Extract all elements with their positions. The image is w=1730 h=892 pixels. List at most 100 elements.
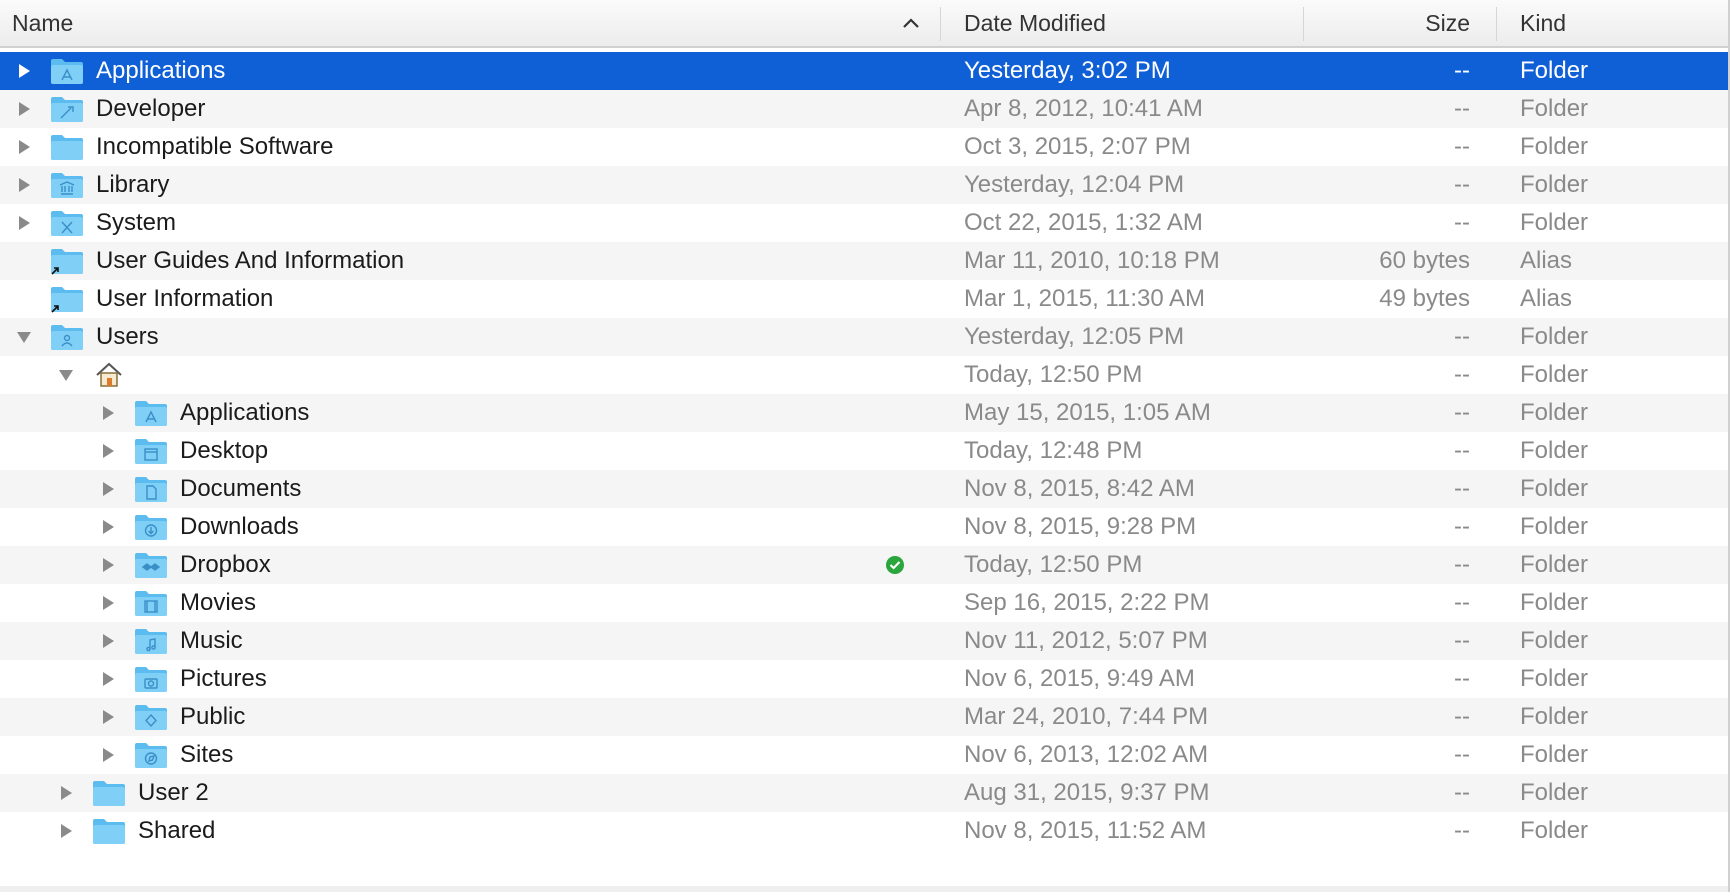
file-row-music[interactable]: Music Nov 11, 2012, 5:07 PM -- Folder [0, 622, 1728, 660]
file-kind: Folder [1520, 551, 1589, 578]
file-size: -- [1454, 133, 1470, 160]
file-size: -- [1454, 171, 1470, 198]
disclosure-collapsed-icon[interactable] [15, 214, 33, 232]
disclosure-collapsed-icon[interactable] [99, 404, 117, 422]
file-name: Sites [180, 741, 234, 768]
file-row-movies[interactable]: Movies Sep 16, 2015, 2:22 PM -- Folder [0, 584, 1728, 622]
file-name: Desktop [180, 437, 269, 464]
alias-folder-icon [51, 249, 83, 275]
date-modified: Mar 24, 2010, 7:44 PM [964, 703, 1209, 730]
folder-icon [93, 781, 125, 806]
list-bottom-edge [0, 886, 1730, 892]
disclosure-collapsed-icon[interactable] [99, 442, 117, 460]
column-divider[interactable] [1496, 7, 1497, 41]
disclosure-collapsed-icon[interactable] [99, 708, 117, 726]
file-row-sites[interactable]: Sites Nov 6, 2013, 12:02 AM -- Folder [0, 736, 1728, 774]
file-row-user-guides-and-information[interactable]: User Guides And Information Mar 11, 2010… [0, 242, 1728, 280]
column-header-size[interactable]: Size [1304, 0, 1470, 46]
file-row-downloads[interactable]: Downloads Nov 8, 2015, 9:28 PM -- Folder [0, 508, 1728, 546]
disclosure-collapsed-icon[interactable] [99, 480, 117, 498]
file-row-user-information[interactable]: User Information Mar 1, 2015, 11:30 AM 4… [0, 280, 1728, 318]
file-name: Applications [96, 57, 226, 84]
file-row-public[interactable]: Public Mar 24, 2010, 7:44 PM -- Folder [0, 698, 1728, 736]
file-name: Users [96, 323, 159, 350]
sync-checkmark-icon [886, 556, 904, 574]
date-modified: Yesterday, 3:02 PM [964, 57, 1171, 84]
disclosure-expanded-icon[interactable] [57, 366, 75, 384]
column-header-date[interactable]: Date Modified [964, 0, 1294, 46]
column-header-bar: Name Date Modified Size Kind [0, 0, 1730, 48]
alias-folder-icon [51, 287, 83, 313]
disclosure-collapsed-icon[interactable] [99, 556, 117, 574]
file-row-incompatible-software[interactable]: Incompatible Software Oct 3, 2015, 2:07 … [0, 128, 1728, 166]
disclosure-collapsed-icon[interactable] [99, 594, 117, 612]
file-size: -- [1454, 817, 1470, 844]
disclosure-collapsed-icon[interactable] [99, 518, 117, 536]
disclosure-collapsed-icon[interactable] [99, 670, 117, 688]
disclosure-collapsed-icon[interactable] [57, 822, 75, 840]
music-folder-icon [135, 629, 167, 654]
disclosure-collapsed-icon[interactable] [15, 176, 33, 194]
disclosure-collapsed-icon[interactable] [15, 100, 33, 118]
file-name: User Guides And Information [96, 247, 405, 274]
chevron-up-icon[interactable] [900, 12, 922, 34]
file-size: -- [1454, 513, 1470, 540]
file-row-dropbox[interactable]: Dropbox Today, 12:50 PM -- Folder [0, 546, 1728, 584]
column-header-date-label: Date Modified [964, 9, 1106, 36]
pictures-folder-icon [135, 667, 167, 692]
file-kind: Folder [1520, 209, 1589, 236]
file-list: Applications Yesterday, 3:02 PM -- Folde… [0, 52, 1730, 850]
column-header-name-label: Name [12, 9, 74, 36]
file-row-shared[interactable]: Shared Nov 8, 2015, 11:52 AM -- Folder [0, 812, 1728, 850]
disclosure-expanded-icon[interactable] [15, 328, 33, 346]
sites-folder-icon [135, 743, 167, 768]
file-kind: Folder [1520, 57, 1589, 84]
file-kind: Alias [1520, 285, 1573, 312]
column-header-kind[interactable]: Kind [1520, 0, 1720, 46]
column-header-size-label: Size [1425, 9, 1470, 36]
movies-folder-icon [135, 591, 167, 616]
disclosure-collapsed-icon[interactable] [15, 62, 33, 80]
disclosure-collapsed-icon[interactable] [99, 632, 117, 650]
disclosure-collapsed-icon[interactable] [57, 784, 75, 802]
file-name: Public [180, 703, 246, 730]
file-name: Pictures [180, 665, 267, 692]
file-row-library[interactable]: Library Yesterday, 12:04 PM -- Folder [0, 166, 1728, 204]
file-row-applications[interactable]: Applications Yesterday, 3:02 PM -- Folde… [0, 52, 1728, 90]
file-row-home[interactable]: Today, 12:50 PM -- Folder [0, 356, 1728, 394]
date-modified: Nov 6, 2015, 9:49 AM [964, 665, 1195, 692]
library-folder-icon [51, 173, 83, 198]
date-modified: Yesterday, 12:04 PM [964, 171, 1185, 198]
file-kind: Folder [1520, 95, 1589, 122]
column-divider[interactable] [940, 7, 941, 41]
file-name: Applications [180, 399, 310, 426]
file-kind: Folder [1520, 133, 1589, 160]
file-kind: Folder [1520, 589, 1589, 616]
file-row-developer[interactable]: Developer Apr 8, 2012, 10:41 AM -- Folde… [0, 90, 1728, 128]
developer-folder-icon [51, 97, 83, 122]
applications-folder-icon [51, 59, 83, 84]
file-size: -- [1454, 741, 1470, 768]
applications-folder-icon [135, 401, 167, 426]
file-row-desktop[interactable]: Desktop Today, 12:48 PM -- Folder [0, 432, 1728, 470]
date-modified: Mar 1, 2015, 11:30 AM [964, 285, 1206, 312]
date-modified: Today, 12:50 PM [964, 551, 1143, 578]
file-row-user-2[interactable]: User 2 Aug 31, 2015, 9:37 PM -- Folder [0, 774, 1728, 812]
file-row-applications[interactable]: Applications May 15, 2015, 1:05 AM -- Fo… [0, 394, 1728, 432]
date-modified: Yesterday, 12:05 PM [964, 323, 1185, 350]
date-modified: Oct 3, 2015, 2:07 PM [964, 133, 1191, 160]
disclosure-collapsed-icon[interactable] [99, 746, 117, 764]
date-modified: Nov 8, 2015, 8:42 AM [964, 475, 1195, 502]
disclosure-collapsed-icon[interactable] [15, 138, 33, 156]
file-row-pictures[interactable]: Pictures Nov 6, 2015, 9:49 AM -- Folder [0, 660, 1728, 698]
file-size: -- [1454, 551, 1470, 578]
file-row-users[interactable]: Users Yesterday, 12:05 PM -- Folder [0, 318, 1728, 356]
file-kind: Folder [1520, 779, 1589, 806]
file-name: System [96, 209, 177, 236]
file-row-system[interactable]: System Oct 22, 2015, 1:32 AM -- Folder [0, 204, 1728, 242]
file-kind: Folder [1520, 323, 1589, 350]
column-header-name[interactable]: Name [12, 0, 942, 46]
file-kind: Folder [1520, 171, 1589, 198]
file-row-documents[interactable]: Documents Nov 8, 2015, 8:42 AM -- Folder [0, 470, 1728, 508]
file-name: Music [180, 627, 243, 654]
